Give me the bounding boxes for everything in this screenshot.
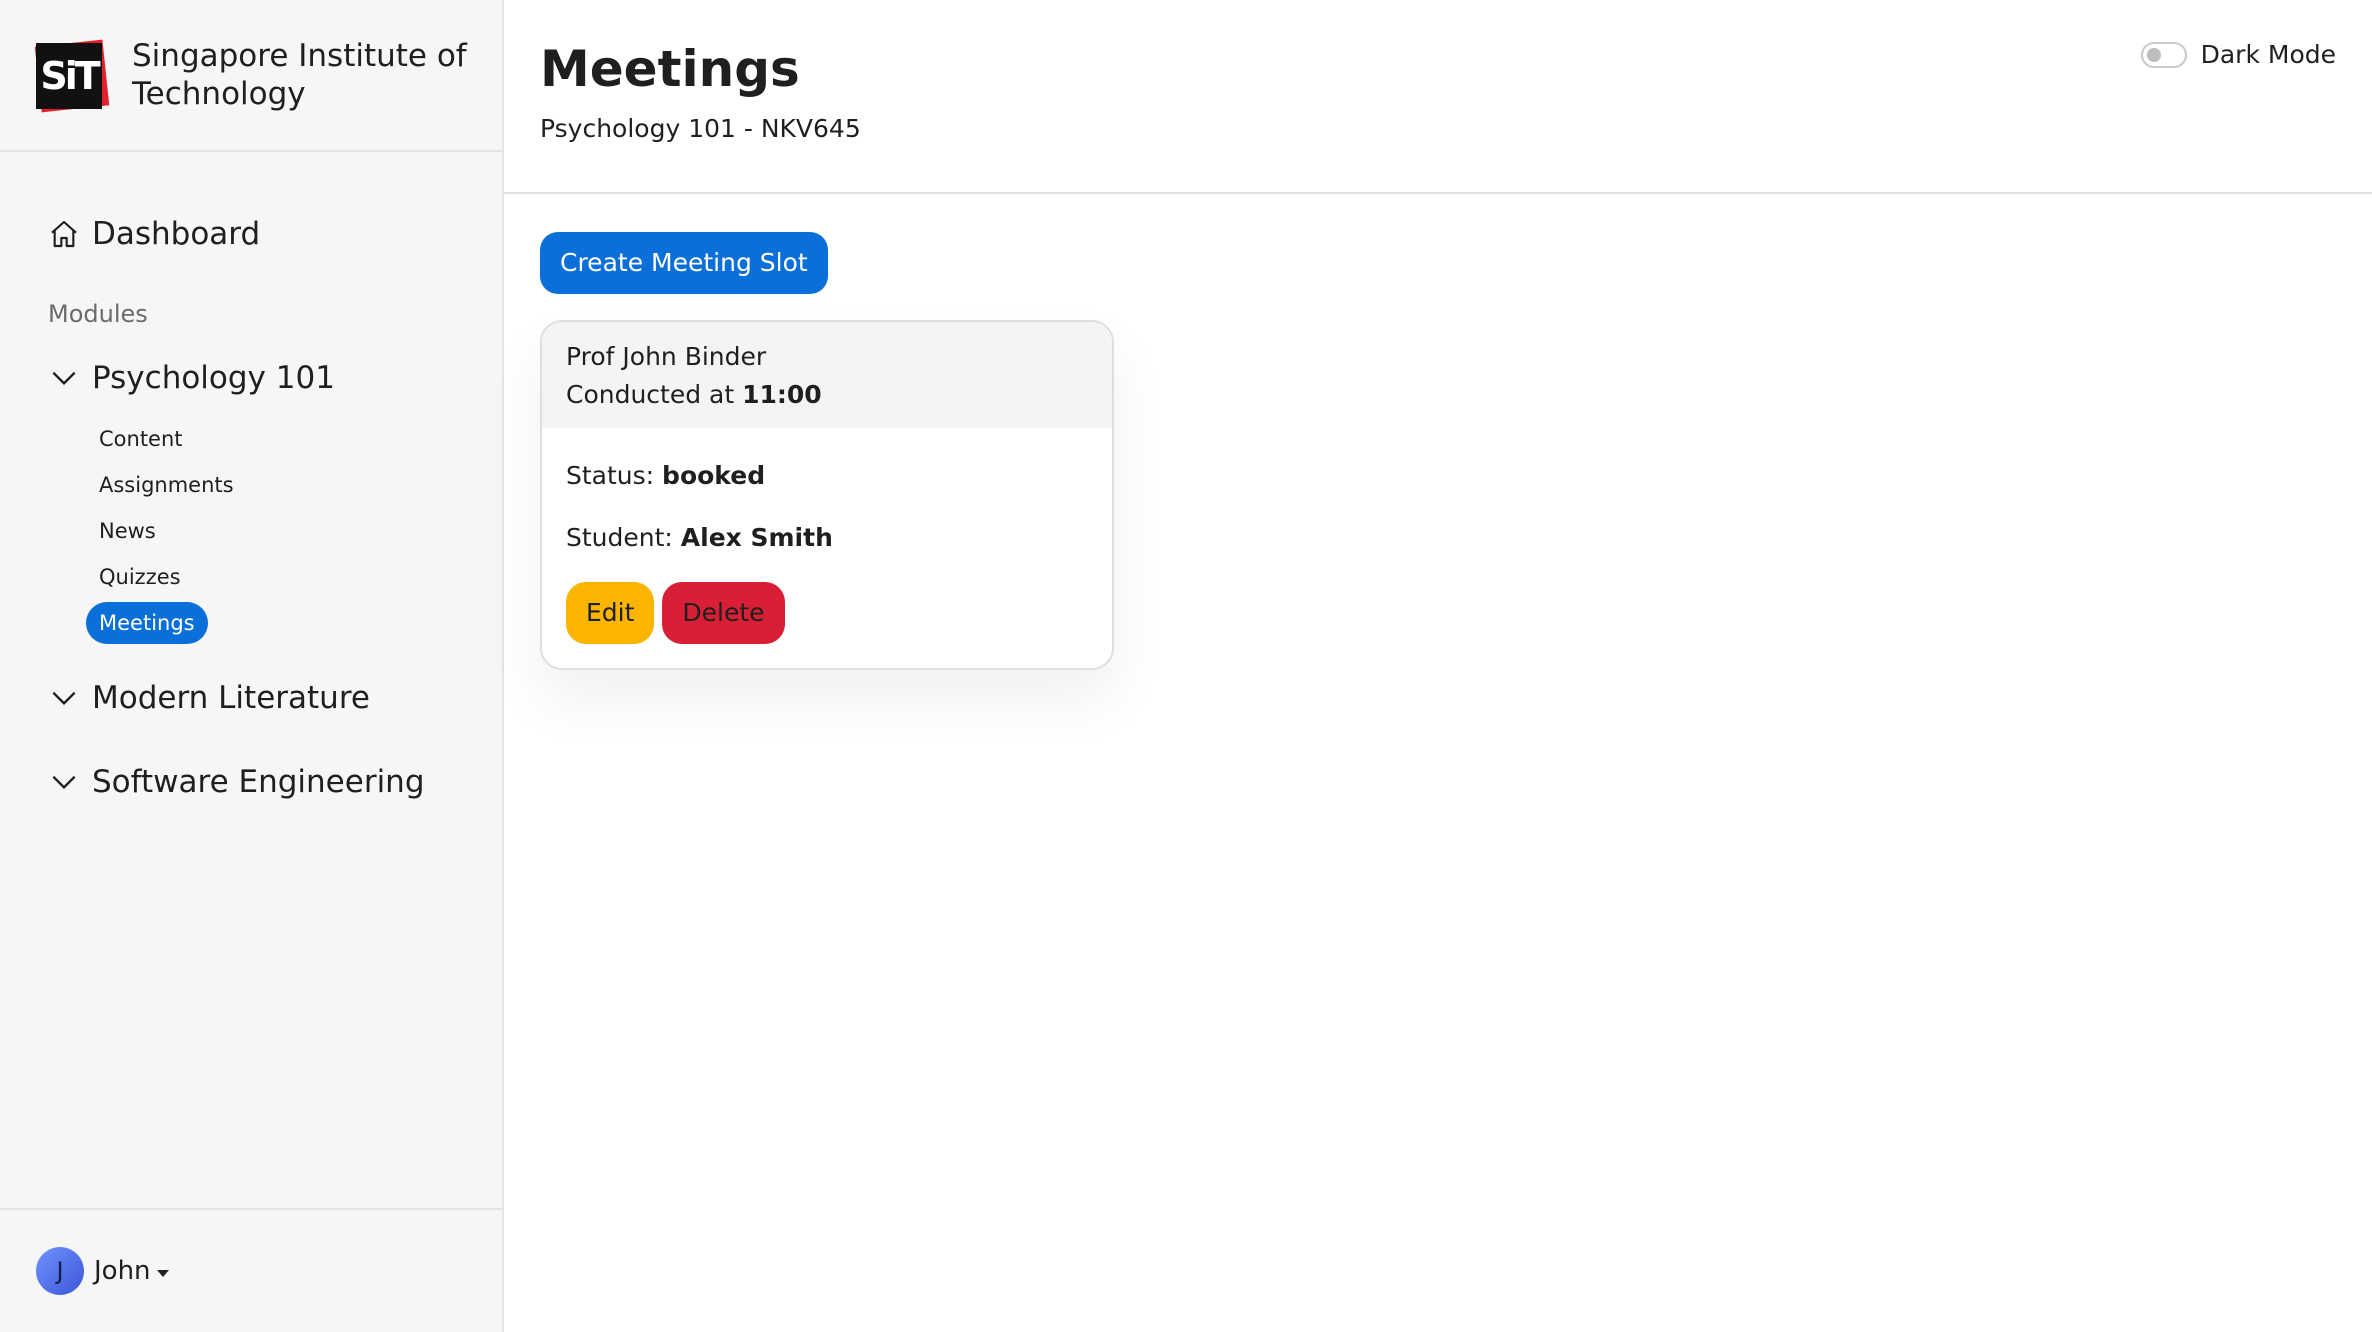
modules-section-label: Modules (48, 300, 148, 328)
sidebar-item-content[interactable]: Content (86, 418, 196, 460)
edit-button[interactable]: Edit (566, 582, 655, 644)
user-menu-trigger[interactable]: J John (36, 1247, 169, 1295)
sidebar-item-news[interactable]: News (86, 510, 169, 552)
sidebar: SiT Singapore Institute of Technology Da… (0, 0, 504, 1332)
sidebar-item-quizzes[interactable]: Quizzes (86, 556, 194, 598)
dark-mode-label: Dark Mode (2200, 40, 2336, 69)
chevron-down-icon (52, 691, 76, 706)
user-name: John (94, 1256, 151, 1286)
module-psychology-101[interactable]: Psychology 101 (0, 348, 502, 408)
sidebar-item-dashboard[interactable]: Dashboard (0, 204, 502, 264)
dark-mode-toggle[interactable]: Dark Mode (2140, 40, 2336, 69)
toggle-knob (2146, 47, 2161, 62)
chevron-down-icon (52, 371, 76, 386)
sidebar-nav: Dashboard Modules Psychology 101 Content… (0, 152, 502, 812)
meeting-card-header: Prof John Binder Conducted at 11:00 (542, 322, 1112, 428)
module-software-engineering[interactable]: Software Engineering (0, 752, 502, 812)
caret-down-icon (156, 1269, 169, 1277)
module-label: Software Engineering (92, 764, 425, 800)
page-subtitle: Psychology 101 - NKV645 (540, 114, 861, 143)
delete-button[interactable]: Delete (662, 582, 785, 644)
app-root: SiT Singapore Institute of Technology Da… (0, 0, 2372, 1332)
meeting-actions: Edit Delete (566, 582, 1088, 644)
institute-name: Singapore Institute of Technology (132, 38, 467, 112)
toggle-switch[interactable] (2140, 41, 2187, 68)
status-row: Status: booked (566, 458, 1088, 494)
meeting-card-body: Status: booked Student: Alex Smith Edit … (542, 428, 1112, 668)
create-meeting-slot-button[interactable]: Create Meeting Slot (540, 232, 828, 294)
student-label: Student: (566, 523, 681, 552)
chevron-down-icon (52, 775, 76, 790)
module-modern-literature[interactable]: Modern Literature (0, 668, 502, 728)
meeting-card: Prof John Binder Conducted at 11:00 Stat… (540, 320, 1114, 670)
sidebar-item-label: Dashboard (92, 216, 261, 252)
status-label: Status: (566, 461, 663, 490)
home-icon (51, 220, 77, 248)
avatar: J (36, 1247, 84, 1295)
status-value: booked (662, 461, 766, 490)
student-row: Student: Alex Smith (566, 520, 1088, 556)
sidebar-item-assignments[interactable]: Assignments (86, 464, 247, 506)
module-label: Modern Literature (92, 680, 370, 716)
page-title: Meetings (540, 40, 800, 98)
main-content: Meetings Psychology 101 - NKV645 Dark Mo… (504, 0, 2372, 1332)
student-name: Alex Smith (680, 523, 833, 552)
conducted-label: Conducted at (566, 380, 743, 409)
user-bar: J John (0, 1208, 502, 1332)
institute-logo[interactable]: SiT (34, 39, 110, 113)
meetings-section: Create Meeting Slot Prof John Binder Con… (504, 194, 2372, 708)
module-submenu: Content Assignments News Quizzes Meeting… (0, 418, 502, 648)
sidebar-item-meetings[interactable]: Meetings (86, 602, 208, 644)
professor-name: Prof John Binder (566, 342, 767, 371)
module-label: Psychology 101 (92, 360, 335, 396)
page-header: Meetings Psychology 101 - NKV645 Dark Mo… (504, 0, 2372, 194)
meeting-time: 11:00 (742, 380, 822, 409)
brand-header: SiT Singapore Institute of Technology (0, 0, 502, 152)
meeting-time-line: Conducted at 11:00 (566, 376, 1088, 414)
logo-mark: SiT (36, 43, 102, 109)
